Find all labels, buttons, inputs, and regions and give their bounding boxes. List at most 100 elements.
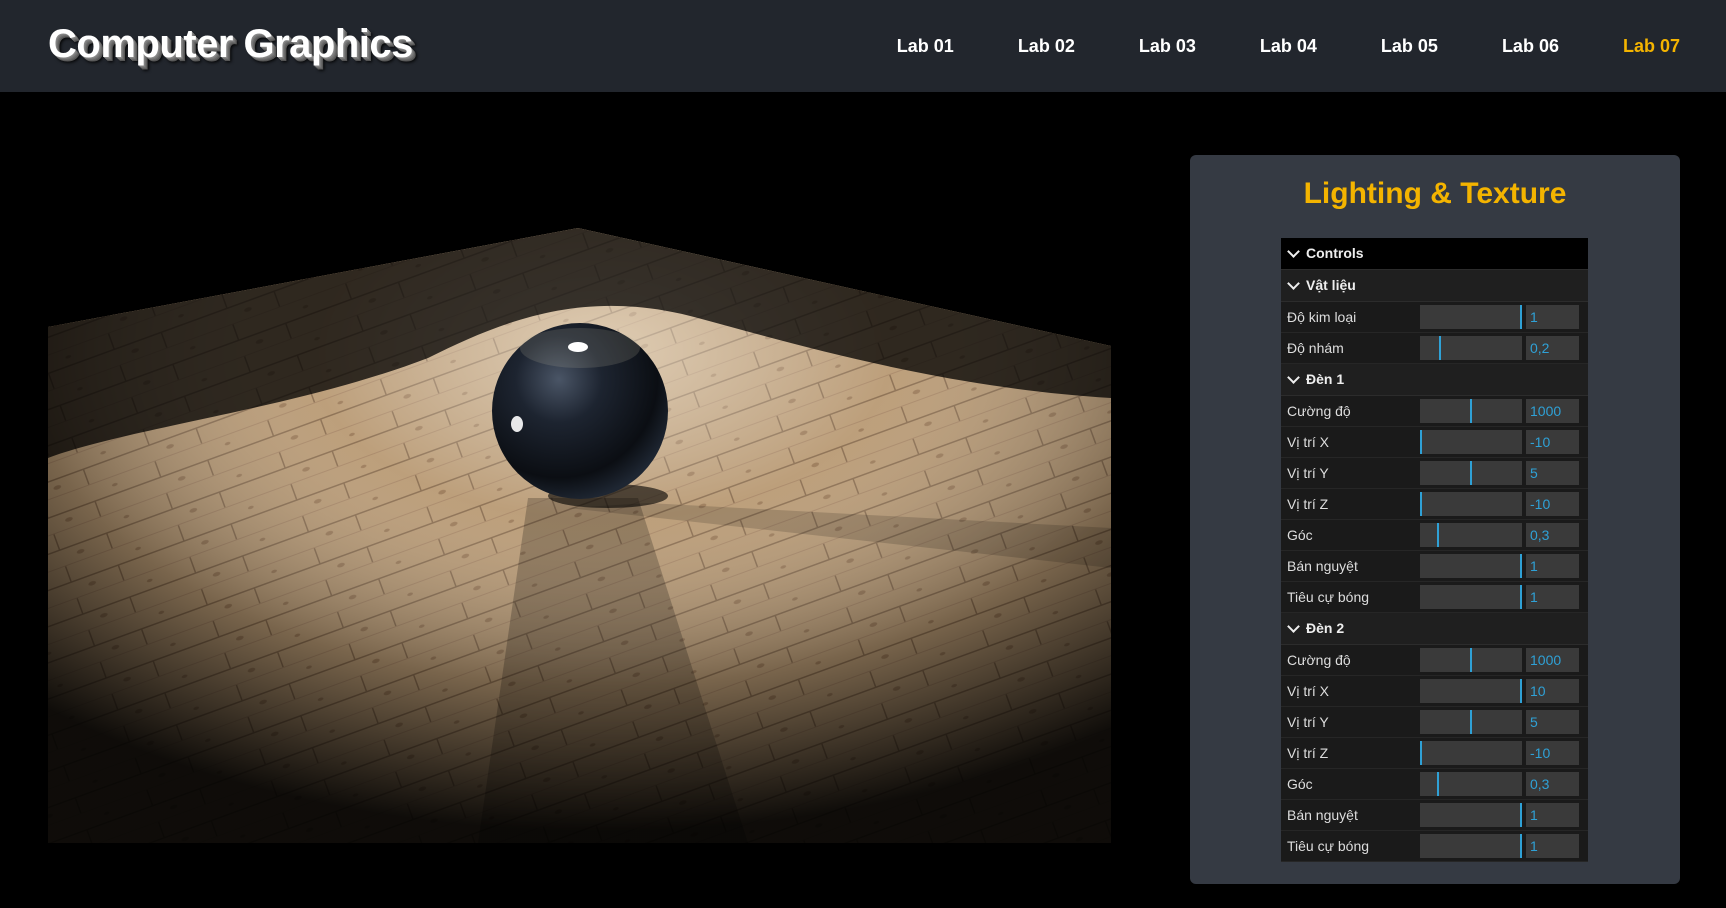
nav-lab-04[interactable]: Lab 04 [1260,36,1317,57]
scene-render [48,228,1111,843]
slider-marker [1437,772,1440,796]
nav-lab-03[interactable]: Lab 03 [1139,36,1196,57]
control-label: Bán nguyệt [1287,558,1358,574]
chevron-down-icon [1287,277,1300,290]
light1-pos-y-input[interactable] [1526,461,1579,485]
light1-angle-slider[interactable] [1420,523,1522,547]
light2-pos-z-input[interactable] [1526,741,1579,765]
folder-light-2-title: Đèn 2 [1306,620,1345,636]
light1-shadow-focus-input[interactable] [1526,585,1579,609]
lab-nav: Lab 01 Lab 02 Lab 03 Lab 04 Lab 05 Lab 0… [833,0,1680,92]
nav-lab-02[interactable]: Lab 02 [1018,36,1075,57]
control-label: Độ kim loại [1287,309,1357,325]
control-light2-pos-y: Vị trí Y [1281,707,1588,738]
metalness-slider[interactable] [1420,305,1522,329]
light1-shadow-focus-slider[interactable] [1420,585,1522,609]
slider-marker [1520,679,1522,703]
slider-marker [1437,523,1440,547]
nav-lab-05[interactable]: Lab 05 [1381,36,1438,57]
light2-pos-x-input[interactable] [1526,679,1579,703]
light2-shadow-focus-input[interactable] [1526,834,1579,858]
nav-lab-01[interactable]: Lab 01 [897,36,954,57]
nav-lab-07[interactable]: Lab 07 [1623,36,1680,57]
light2-shadow-focus-slider[interactable] [1420,834,1522,858]
control-label: Vị trí Y [1287,714,1329,730]
control-roughness: Độ nhám [1281,333,1588,364]
light2-pos-y-input[interactable] [1526,710,1579,734]
light1-intensity-input[interactable] [1526,399,1579,423]
folder-light-2[interactable]: Đèn 2 [1281,613,1588,645]
light1-pos-y-slider[interactable] [1420,461,1522,485]
control-light2-pos-z: Vị trí Z [1281,738,1588,769]
control-label: Góc [1287,776,1313,792]
nav-lab-06[interactable]: Lab 06 [1502,36,1559,57]
control-label: Vị trí Y [1287,465,1329,481]
control-light2-penumbra: Bán nguyệt [1281,800,1588,831]
light2-angle-input[interactable] [1526,772,1579,796]
folder-material-title: Vật liệu [1306,277,1356,293]
wood-floor [48,228,1111,843]
control-light1-shadow-focus: Tiêu cự bóng [1281,582,1588,613]
chevron-down-icon [1287,371,1300,384]
control-label: Vị trí Z [1287,745,1329,761]
slider-marker [1520,834,1522,858]
folder-light-1[interactable]: Đèn 1 [1281,364,1588,396]
control-light2-shadow-focus: Tiêu cự bóng [1281,831,1588,862]
chevron-down-icon [1287,245,1300,258]
light2-pos-z-slider[interactable] [1420,741,1522,765]
control-label: Tiêu cự bóng [1287,838,1370,854]
slider-marker [1520,803,1522,827]
control-label: Vị trí X [1287,434,1330,450]
roughness-slider[interactable] [1420,336,1522,360]
slider-marker [1420,741,1422,765]
slider-marker [1470,710,1472,734]
control-light2-pos-x: Vị trí X [1281,676,1588,707]
control-label: Vị trí X [1287,683,1330,699]
control-label: Góc [1287,527,1313,543]
roughness-input[interactable] [1526,336,1579,360]
control-metalness: Độ kim loại [1281,302,1588,333]
control-light1-angle: Góc [1281,520,1588,551]
control-light1-intensity: Cường độ [1281,396,1588,427]
controls-header[interactable]: Controls [1281,238,1588,270]
control-label: Vị trí Z [1287,496,1329,512]
light1-pos-z-input[interactable] [1526,492,1579,516]
light2-angle-slider[interactable] [1420,772,1522,796]
control-label: Cường độ [1287,652,1351,668]
light1-pos-x-input[interactable] [1526,430,1579,454]
control-light1-penumbra: Bán nguyệt [1281,551,1588,582]
light1-penumbra-slider[interactable] [1420,554,1522,578]
metal-sphere [492,323,668,499]
light2-intensity-slider[interactable] [1420,648,1522,672]
light1-pos-x-slider[interactable] [1420,430,1522,454]
controls-label: Controls [1306,245,1364,261]
webgl-canvas[interactable] [48,228,1111,843]
slider-marker [1520,305,1522,329]
light1-pos-z-slider[interactable] [1420,492,1522,516]
light2-intensity-input[interactable] [1526,648,1579,672]
light1-angle-input[interactable] [1526,523,1579,547]
metalness-input[interactable] [1526,305,1579,329]
slider-marker [1439,336,1442,360]
light1-intensity-slider[interactable] [1420,399,1522,423]
folder-material[interactable]: Vật liệu [1281,270,1588,302]
folder-light-1-title: Đèn 1 [1306,371,1345,387]
slider-marker [1420,492,1422,516]
light1-penumbra-input[interactable] [1526,554,1579,578]
control-light1-pos-x: Vị trí X [1281,427,1588,458]
site-brand-logo[interactable]: Computer Graphics [48,22,413,67]
dat-gui: Controls Vật liệu Độ kim loại Độ nhám Đè… [1281,238,1588,862]
light2-penumbra-input[interactable] [1526,803,1579,827]
light2-penumbra-slider[interactable] [1420,803,1522,827]
slider-marker [1520,554,1522,578]
control-label: Tiêu cự bóng [1287,589,1370,605]
control-light1-pos-y: Vị trí Y [1281,458,1588,489]
slider-marker [1420,430,1422,454]
control-label: Độ nhám [1287,340,1344,356]
control-label: Cường độ [1287,403,1351,419]
light2-pos-y-slider[interactable] [1420,710,1522,734]
slider-marker [1470,461,1472,485]
chevron-down-icon [1287,620,1300,633]
light2-pos-x-slider[interactable] [1420,679,1522,703]
top-navbar: Computer Graphics Lab 01 Lab 02 Lab 03 L… [0,0,1726,92]
